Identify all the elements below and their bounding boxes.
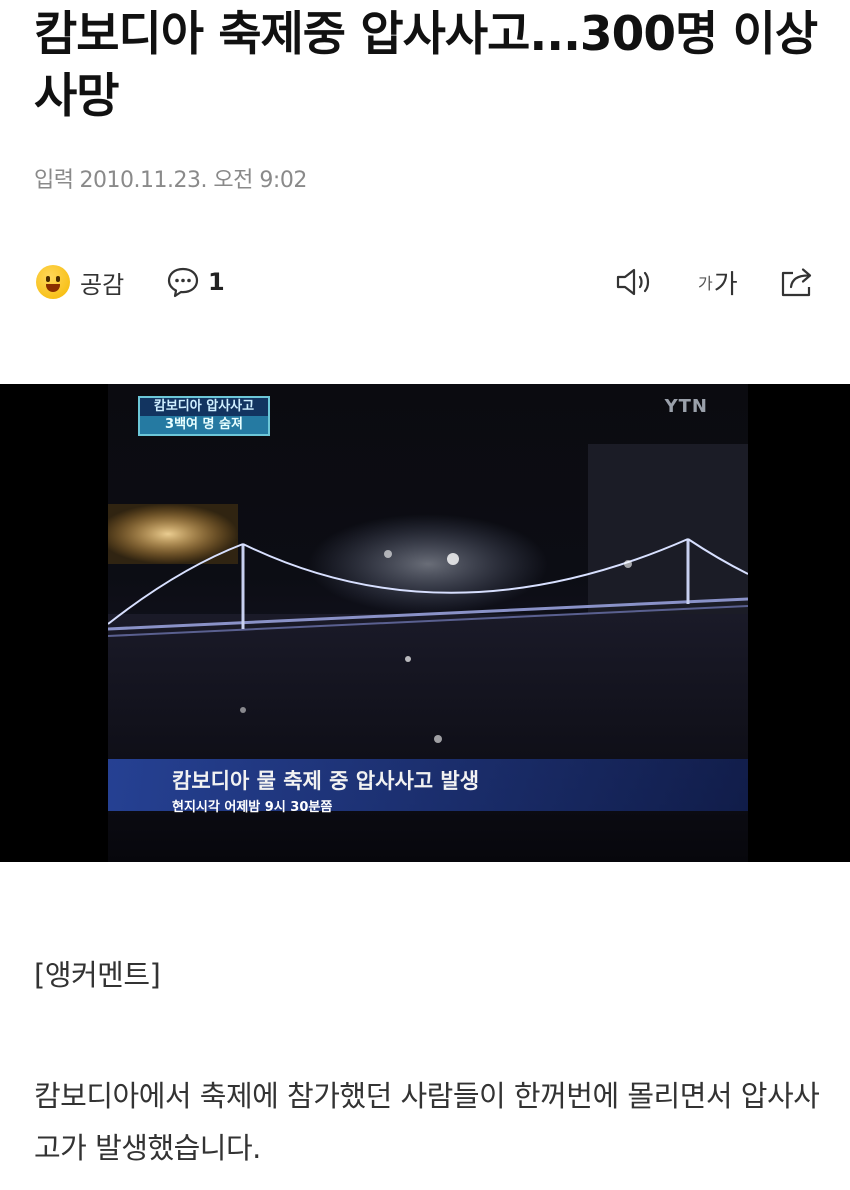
lower-third-subtitle: 현지시각 어제밤 9시 30분쯤 (172, 800, 333, 815)
section-label: [앵커멘트] (34, 958, 161, 992)
comment-icon (167, 267, 199, 298)
like-label: 공감 (80, 270, 125, 299)
article-toolbar: 공감 1 가가 (0, 254, 850, 310)
lower-third-title: 캄보디아 물 축제 중 압사사고 발생 (172, 769, 480, 793)
article-paragraph: 캄보디아에서 축제에 참가했던 사람들이 한꺼번에 몰리면서 압사사고가 발생했… (34, 1079, 820, 1165)
article-date: 2010.11.23. 오전 9:02 (79, 168, 307, 193)
font-small-glyph: 가 (698, 274, 713, 293)
font-large-glyph: 가 (713, 269, 738, 300)
caption-top-line2: 3백여 명 숨져 (140, 416, 268, 434)
broadcaster-logo: YTN (664, 396, 708, 417)
comment-count: 1 (208, 268, 225, 296)
article-meta: 입력 2010.11.23. 오전 9:02 (34, 162, 307, 194)
text-to-speech-button[interactable] (614, 254, 656, 310)
share-button[interactable] (778, 254, 818, 310)
share-icon (781, 268, 812, 297)
article-headline: 캄보디아 축제중 압사사고...300명 이상 사망 (34, 7, 818, 124)
like-button[interactable]: 공감 (36, 254, 124, 310)
speaker-icon (616, 268, 650, 296)
news-video-player[interactable]: 캄보디아 압사사고 3백여 명 숨져 YTN 캄보디아 물 축제 중 압사사고 … (0, 384, 850, 862)
font-size-button[interactable]: 가가 (698, 254, 738, 310)
lower-third-caption: 캄보디아 물 축제 중 압사사고 발생 현지시각 어제밤 9시 30분쯤 (108, 759, 748, 815)
caption-top-line1: 캄보디아 압사사고 (153, 399, 255, 414)
video-frame: 캄보디아 압사사고 3백여 명 숨져 YTN 캄보디아 물 축제 중 압사사고 … (108, 384, 748, 862)
comment-button[interactable]: 1 (166, 254, 225, 310)
meta-label: 입력 (34, 168, 74, 193)
caption-top-box: 캄보디아 압사사고 3백여 명 숨져 (138, 396, 270, 436)
smile-emoji-icon (36, 265, 70, 299)
